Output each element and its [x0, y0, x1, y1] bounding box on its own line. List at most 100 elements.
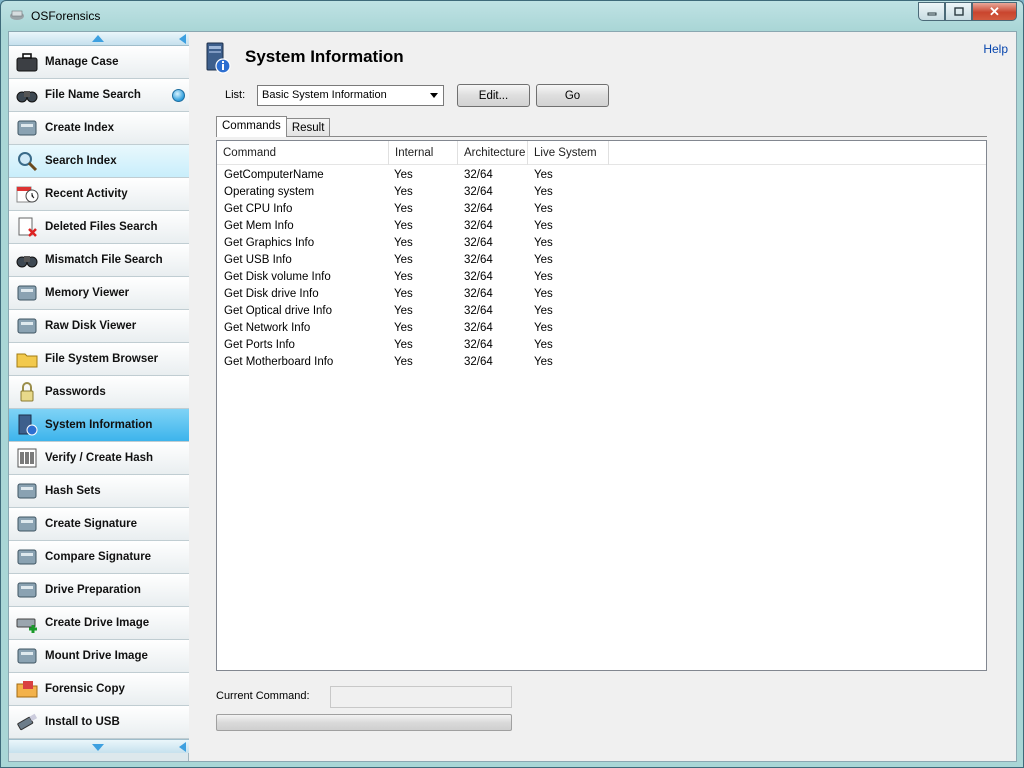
maximize-icon: [953, 7, 964, 16]
computer-info-icon: [14, 413, 40, 437]
collapse-sidebar-icon[interactable]: [179, 742, 186, 752]
list-select[interactable]: Basic System Information: [257, 85, 444, 106]
sidebar-item-label: Memory Viewer: [45, 287, 130, 299]
edit-button[interactable]: Edit...: [457, 84, 530, 107]
live-system-cell: Yes: [534, 356, 553, 368]
close-button[interactable]: ✕: [972, 2, 1017, 21]
table-row[interactable]: Get USB Info Yes 32/64 Yes: [217, 252, 986, 269]
sidebar-item-mismatch-file-search[interactable]: Mismatch File Search: [9, 244, 189, 277]
architecture-cell: 32/64: [464, 169, 493, 181]
sidebar-item-drive-preparation[interactable]: Drive Preparation: [9, 574, 189, 607]
live-system-cell: Yes: [534, 305, 553, 317]
live-system-cell: Yes: [534, 220, 553, 232]
command-cell: Get Graphics Info: [224, 237, 315, 249]
search-status-icon: [172, 89, 185, 102]
usb-icon: [14, 710, 40, 734]
dropdown-arrow-icon: [430, 93, 438, 98]
binoculars-icon: [14, 83, 40, 107]
command-cell: Get Mem Info: [224, 220, 294, 232]
sidebar-item-recent-activity[interactable]: Recent Activity: [9, 178, 189, 211]
sidebar-item-create-signature[interactable]: Create Signature: [9, 508, 189, 541]
table-row[interactable]: Operating system Yes 32/64 Yes: [217, 184, 986, 201]
page-title: System Information: [245, 47, 404, 66]
current-command-label: Current Command:: [216, 690, 310, 702]
sidebar-item-forensic-copy[interactable]: Forensic Copy: [9, 673, 189, 706]
table-row[interactable]: Get Disk volume Info Yes 32/64 Yes: [217, 269, 986, 286]
sidebar-item-hash-sets[interactable]: Hash Sets: [9, 475, 189, 508]
commands-list[interactable]: Command Internal Architecture Live Syste…: [216, 140, 987, 671]
sidebar-item-system-information[interactable]: System Information: [9, 409, 189, 442]
internal-cell: Yes: [394, 186, 413, 198]
maximize-button[interactable]: [945, 2, 972, 21]
table-row[interactable]: Get Mem Info Yes 32/64 Yes: [217, 218, 986, 235]
title-bar[interactable]: OSForensics ✕: [1, 1, 1023, 31]
architecture-cell: 32/64: [464, 186, 493, 198]
sidebar-item-verify-create-hash[interactable]: Verify / Create Hash: [9, 442, 189, 475]
sidebar-item-manage-case[interactable]: Manage Case: [9, 46, 189, 79]
column-header-live-system[interactable]: Live System: [528, 141, 609, 165]
sidebar-item-memory-viewer[interactable]: Memory Viewer: [9, 277, 189, 310]
sidebar-item-mount-drive-image[interactable]: Mount Drive Image: [9, 640, 189, 673]
architecture-cell: 32/64: [464, 322, 493, 334]
column-header-architecture[interactable]: Architecture: [458, 141, 528, 165]
table-row[interactable]: GetComputerName Yes 32/64 Yes: [217, 167, 986, 184]
column-header-command[interactable]: Command: [217, 141, 389, 165]
table-row[interactable]: Get Optical drive Info Yes 32/64 Yes: [217, 303, 986, 320]
minimize-button[interactable]: [918, 2, 945, 21]
sidebar-item-label: Create Index: [45, 122, 115, 134]
sidebar-item-label: Manage Case: [45, 56, 119, 68]
sidebar-item-raw-disk-viewer[interactable]: Raw Disk Viewer: [9, 310, 189, 343]
sidebar-item-label: Recent Activity: [45, 188, 128, 200]
sidebar-scroll-up[interactable]: [9, 32, 189, 46]
architecture-cell: 32/64: [464, 203, 493, 215]
command-cell: Get Disk volume Info: [224, 271, 331, 283]
sidebar-item-file-name-search[interactable]: File Name Search: [9, 79, 189, 112]
collapse-sidebar-icon[interactable]: [179, 34, 186, 44]
sidebar-item-label: Create Signature: [45, 518, 138, 530]
sidebar-nav: Manage Case File Name Search Create Index S…: [9, 46, 189, 739]
computer-info-icon: [206, 42, 231, 74]
sidebar-item-passwords[interactable]: Passwords: [9, 376, 189, 409]
table-row[interactable]: Get Network Info Yes 32/64 Yes: [217, 320, 986, 337]
tab-commands[interactable]: Commands: [216, 116, 287, 137]
table-row[interactable]: Get Graphics Info Yes 32/64 Yes: [217, 235, 986, 252]
sidebar-item-label: Raw Disk Viewer: [45, 320, 137, 332]
list-header: Command Internal Architecture Live Syste…: [217, 141, 986, 165]
briefcase-icon: [14, 50, 40, 74]
progress-bar: [216, 714, 512, 731]
column-header-internal[interactable]: Internal: [389, 141, 458, 165]
table-row[interactable]: Get Disk drive Info Yes 32/64 Yes: [217, 286, 986, 303]
sidebar-item-create-drive-image[interactable]: Create Drive Image: [9, 607, 189, 640]
sidebar-item-compare-signature[interactable]: Compare Signature: [9, 541, 189, 574]
signature-icon: [14, 512, 40, 536]
architecture-cell: 32/64: [464, 237, 493, 249]
sidebar-scroll-down[interactable]: [9, 739, 189, 753]
table-row[interactable]: Get CPU Info Yes 32/64 Yes: [217, 201, 986, 218]
chevron-up-icon: [92, 35, 104, 42]
sidebar-item-deleted-files-search[interactable]: Deleted Files Search: [9, 211, 189, 244]
command-cell: Get USB Info: [224, 254, 292, 266]
architecture-cell: 32/64: [464, 220, 493, 232]
internal-cell: Yes: [394, 220, 413, 232]
table-row[interactable]: Get Motherboard Info Yes 32/64 Yes: [217, 354, 986, 371]
internal-cell: Yes: [394, 339, 413, 351]
help-link[interactable]: Help: [983, 42, 1008, 56]
architecture-cell: 32/64: [464, 271, 493, 283]
tab-result[interactable]: Result: [285, 118, 331, 137]
sidebar-item-search-index[interactable]: Search Index: [9, 145, 189, 178]
internal-cell: Yes: [394, 305, 413, 317]
sidebar-item-file-system-browser[interactable]: File System Browser: [9, 343, 189, 376]
sidebar-item-label: Install to USB: [45, 716, 120, 728]
chevron-down-icon: [92, 744, 104, 751]
go-button[interactable]: Go: [536, 84, 609, 107]
app-window: OSForensics ✕ Manage Case File Name Searc…: [0, 0, 1024, 768]
sidebar-item-create-index[interactable]: Create Index: [9, 112, 189, 145]
calendar-clock-icon: [14, 182, 40, 206]
command-cell: Operating system: [224, 186, 315, 198]
list-select-value: Basic System Information: [262, 89, 387, 101]
sidebar-item-label: Forensic Copy: [45, 683, 125, 695]
command-cell: Get Motherboard Info: [224, 356, 334, 368]
table-row[interactable]: Get Ports Info Yes 32/64 Yes: [217, 337, 986, 354]
sidebar-item-label: System Information: [45, 419, 153, 431]
sidebar-item-install-to-usb[interactable]: Install to USB: [9, 706, 189, 739]
